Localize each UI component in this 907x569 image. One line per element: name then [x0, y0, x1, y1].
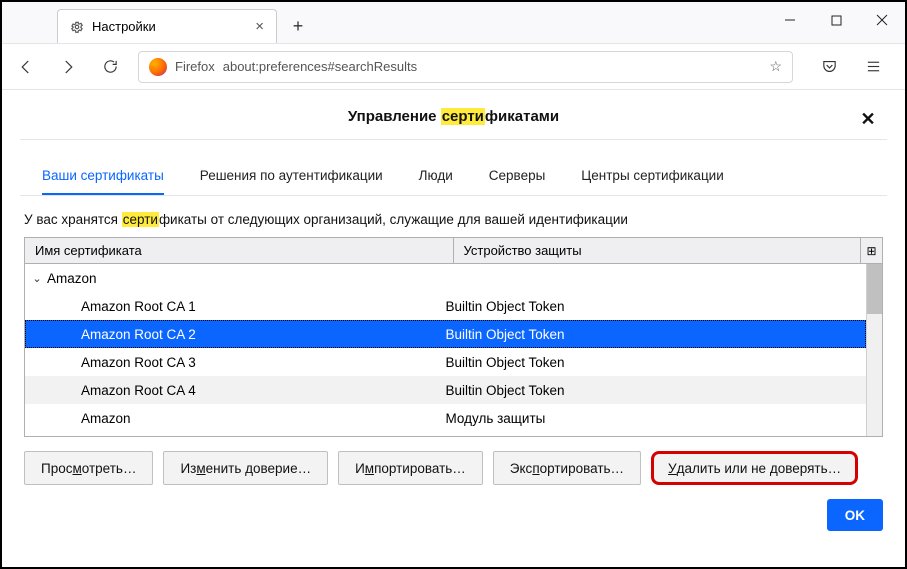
cert-device-cell: Builtin Object Token [446, 383, 867, 398]
menu-button[interactable] [859, 53, 887, 81]
window-minimize-button[interactable] [767, 2, 813, 38]
bookmark-star-icon[interactable]: ☆ [769, 58, 782, 75]
cert-name-cell: Amazon [25, 411, 446, 426]
forward-button[interactable] [54, 53, 82, 81]
browser-tab-settings[interactable]: Настройки × [57, 9, 277, 43]
cert-name-cell: Amazon Root CA 3 [25, 355, 446, 370]
cert-name-cell: Amazon Root CA 1 [25, 299, 446, 314]
column-picker-icon[interactable]: ⊞ [860, 238, 882, 263]
cert-name-cell: Amazon Root CA 2 [25, 327, 446, 342]
tab-people[interactable]: Люди [419, 168, 453, 195]
import-button[interactable]: Импортировать… [338, 451, 483, 485]
cert-row[interactable]: AmazonМодуль защиты [25, 404, 866, 432]
scrollbar-thumb[interactable] [867, 264, 882, 314]
tab-authorities[interactable]: Центры сертификации [581, 168, 723, 195]
cert-device-cell: Builtin Object Token [446, 299, 867, 314]
col-cert-name[interactable]: Имя сертификата [25, 238, 454, 263]
tab-servers[interactable]: Серверы [489, 168, 546, 195]
firefox-icon [149, 58, 167, 76]
ok-button[interactable]: OK [827, 499, 883, 531]
chevron-down-icon: ⌄ [31, 272, 43, 285]
reload-button[interactable] [96, 53, 124, 81]
cert-table: Имя сертификата Устройство защиты ⊞ ⌄ Ama… [24, 237, 883, 437]
tab-title: Настройки [92, 19, 156, 34]
cert-group-row[interactable]: ⌄ Amazon [25, 264, 866, 292]
cert-row[interactable]: Amazon Root CA 1Builtin Object Token [25, 292, 866, 320]
gear-icon [70, 20, 84, 34]
tab-close-icon[interactable]: × [255, 19, 264, 34]
cert-device-cell: Builtin Object Token [446, 327, 867, 342]
cert-row[interactable]: Amazon Root CA 2Builtin Object Token [25, 320, 866, 348]
back-button[interactable] [12, 53, 40, 81]
cert-row[interactable]: Amazon Root CA 3Builtin Object Token [25, 348, 866, 376]
cert-device-cell: Модуль защиты [446, 411, 867, 426]
nav-toolbar: Firefox about:preferences#searchResults … [2, 44, 905, 90]
edit-trust-button[interactable]: Изменить доверие… [163, 451, 328, 485]
cert-description: У вас хранятся сертификаты от следующих … [20, 196, 887, 237]
export-button[interactable]: Экспортировать… [493, 451, 641, 485]
delete-or-distrust-button[interactable]: Удалить или не доверять… [651, 451, 858, 485]
cert-row[interactable]: Amazon Root CA 4Builtin Object Token [25, 376, 866, 404]
tab-auth-decisions[interactable]: Решения по аутентификации [200, 168, 383, 195]
cert-device-cell: Builtin Object Token [446, 355, 867, 370]
window-maximize-button[interactable] [813, 2, 859, 38]
group-label: Amazon [47, 271, 97, 286]
new-tab-button[interactable]: + [283, 11, 313, 41]
tab-your-certs[interactable]: Ваши сертификаты [42, 168, 164, 195]
cert-tabs: Ваши сертификаты Решения по аутентификац… [20, 140, 887, 196]
url-brand: Firefox [175, 59, 215, 74]
cert-name-cell: Amazon Root CA 4 [25, 383, 446, 398]
url-bar[interactable]: Firefox about:preferences#searchResults … [138, 51, 793, 83]
col-security-device[interactable]: Устройство защиты [454, 243, 861, 258]
pocket-icon[interactable] [815, 53, 843, 81]
modal-close-button[interactable]: ✕ [855, 106, 881, 132]
url-text: about:preferences#searchResults [223, 59, 417, 74]
vertical-scrollbar[interactable] [866, 264, 882, 436]
view-button[interactable]: Просмотреть… [24, 451, 153, 485]
window-close-button[interactable] [859, 2, 905, 38]
modal-title: Управление сертификатами [348, 108, 559, 125]
